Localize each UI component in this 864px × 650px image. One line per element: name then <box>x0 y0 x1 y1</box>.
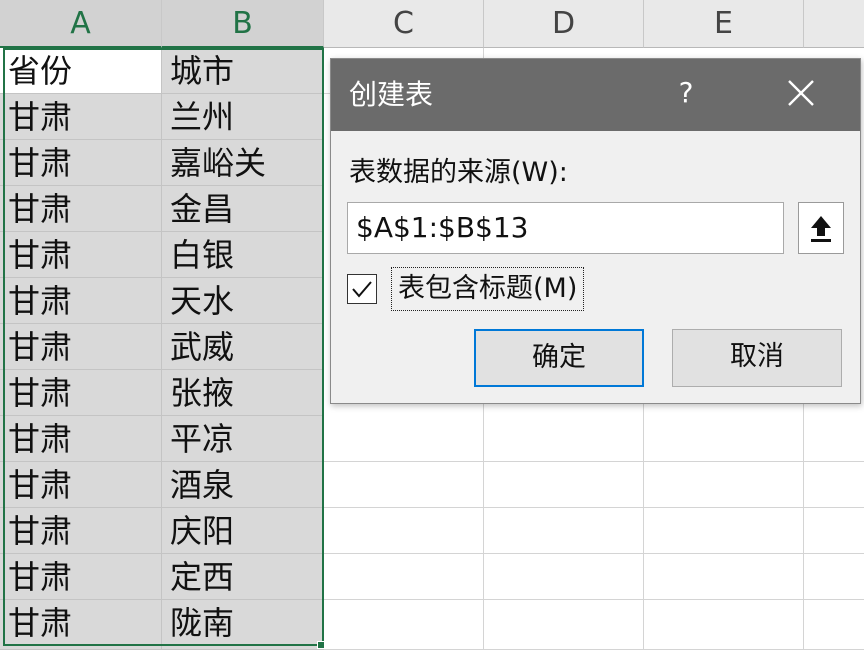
cell-b7[interactable]: 武威 <box>162 324 324 370</box>
cell-b12[interactable]: 定西 <box>162 554 324 600</box>
cell-a9[interactable]: 甘肃 <box>0 416 162 462</box>
cell-a2[interactable]: 甘肃 <box>0 94 162 140</box>
cell-a13[interactable]: 甘肃 <box>0 600 162 650</box>
column-header-label: D <box>551 6 576 41</box>
cell-a10[interactable]: 甘肃 <box>0 462 162 508</box>
dialog-title-bar[interactable]: 创建表 ? <box>331 59 860 131</box>
close-icon <box>788 80 814 106</box>
cell-a5[interactable]: 甘肃 <box>0 232 162 278</box>
collapse-dialog-button[interactable] <box>798 202 844 254</box>
checkmark-icon <box>352 281 372 298</box>
cell-a11[interactable]: 甘肃 <box>0 508 162 554</box>
cell-d10[interactable] <box>484 462 644 508</box>
cell-a12[interactable]: 甘肃 <box>0 554 162 600</box>
column-header-a[interactable]: A <box>0 0 162 48</box>
cell-f12[interactable] <box>804 554 864 600</box>
cell-b5[interactable]: 白银 <box>162 232 324 278</box>
column-header-d[interactable]: D <box>484 0 644 48</box>
cell-c9[interactable] <box>324 404 484 462</box>
cell-a1[interactable]: 省份 <box>0 48 162 94</box>
column-header-label: C <box>393 6 414 41</box>
close-button[interactable] <box>779 71 823 115</box>
cell-e11[interactable] <box>644 508 804 554</box>
cell-f11[interactable] <box>804 508 864 554</box>
cell-f13[interactable] <box>804 600 864 650</box>
cell-e13[interactable] <box>644 600 804 650</box>
cell-b6[interactable]: 天水 <box>162 278 324 324</box>
cell-b2[interactable]: 兰州 <box>162 94 324 140</box>
upload-arrow-icon <box>811 216 831 242</box>
cell-e12[interactable] <box>644 554 804 600</box>
column-header-label: E <box>714 6 733 41</box>
cell-b1[interactable]: 城市 <box>162 48 324 94</box>
cell-d9[interactable] <box>484 404 644 462</box>
cell-a8[interactable]: 甘肃 <box>0 370 162 416</box>
cell-f9[interactable] <box>804 404 864 462</box>
cell-c10[interactable] <box>324 462 484 508</box>
cell-b3[interactable]: 嘉峪关 <box>162 140 324 186</box>
column-header-c[interactable]: C <box>324 0 484 48</box>
help-button[interactable]: ? <box>671 71 701 115</box>
cell-b10[interactable]: 酒泉 <box>162 462 324 508</box>
cell-c11[interactable] <box>324 508 484 554</box>
cell-f10[interactable] <box>804 462 864 508</box>
has-headers-label[interactable]: 表包含标题(M) <box>391 267 585 311</box>
cell-d11[interactable] <box>484 508 644 554</box>
cell-e10[interactable] <box>644 462 804 508</box>
dialog-title: 创建表 <box>349 78 434 111</box>
cell-b11[interactable]: 庆阳 <box>162 508 324 554</box>
cell-e9[interactable] <box>644 404 804 462</box>
source-label: 表数据的来源(W): <box>349 157 568 188</box>
cell-c12[interactable] <box>324 554 484 600</box>
cell-a7[interactable]: 甘肃 <box>0 324 162 370</box>
cell-d12[interactable] <box>484 554 644 600</box>
column-header-e[interactable]: E <box>644 0 804 48</box>
create-table-dialog: 创建表 ? 表数据的来源(W): $A$1:$B$13 表包含标题(M) 确定 … <box>330 58 861 404</box>
range-input[interactable]: $A$1:$B$13 <box>347 202 784 254</box>
column-header-b[interactable]: B <box>162 0 324 48</box>
ok-button[interactable]: 确定 <box>474 329 644 387</box>
cell-a3[interactable]: 甘肃 <box>0 140 162 186</box>
column-header-label: A <box>70 5 91 41</box>
cell-d13[interactable] <box>484 600 644 650</box>
column-header-f[interactable] <box>804 0 864 48</box>
has-headers-checkbox[interactable] <box>347 274 377 304</box>
fill-handle[interactable] <box>317 641 325 649</box>
cell-b13[interactable]: 陇南 <box>162 600 324 650</box>
column-header-label: B <box>232 5 253 41</box>
cell-b8[interactable]: 张掖 <box>162 370 324 416</box>
cell-a4[interactable]: 甘肃 <box>0 186 162 232</box>
cell-b9[interactable]: 平凉 <box>162 416 324 462</box>
cell-a6[interactable]: 甘肃 <box>0 278 162 324</box>
cell-b4[interactable]: 金昌 <box>162 186 324 232</box>
cancel-button[interactable]: 取消 <box>672 329 842 387</box>
cell-c13[interactable] <box>324 600 484 650</box>
